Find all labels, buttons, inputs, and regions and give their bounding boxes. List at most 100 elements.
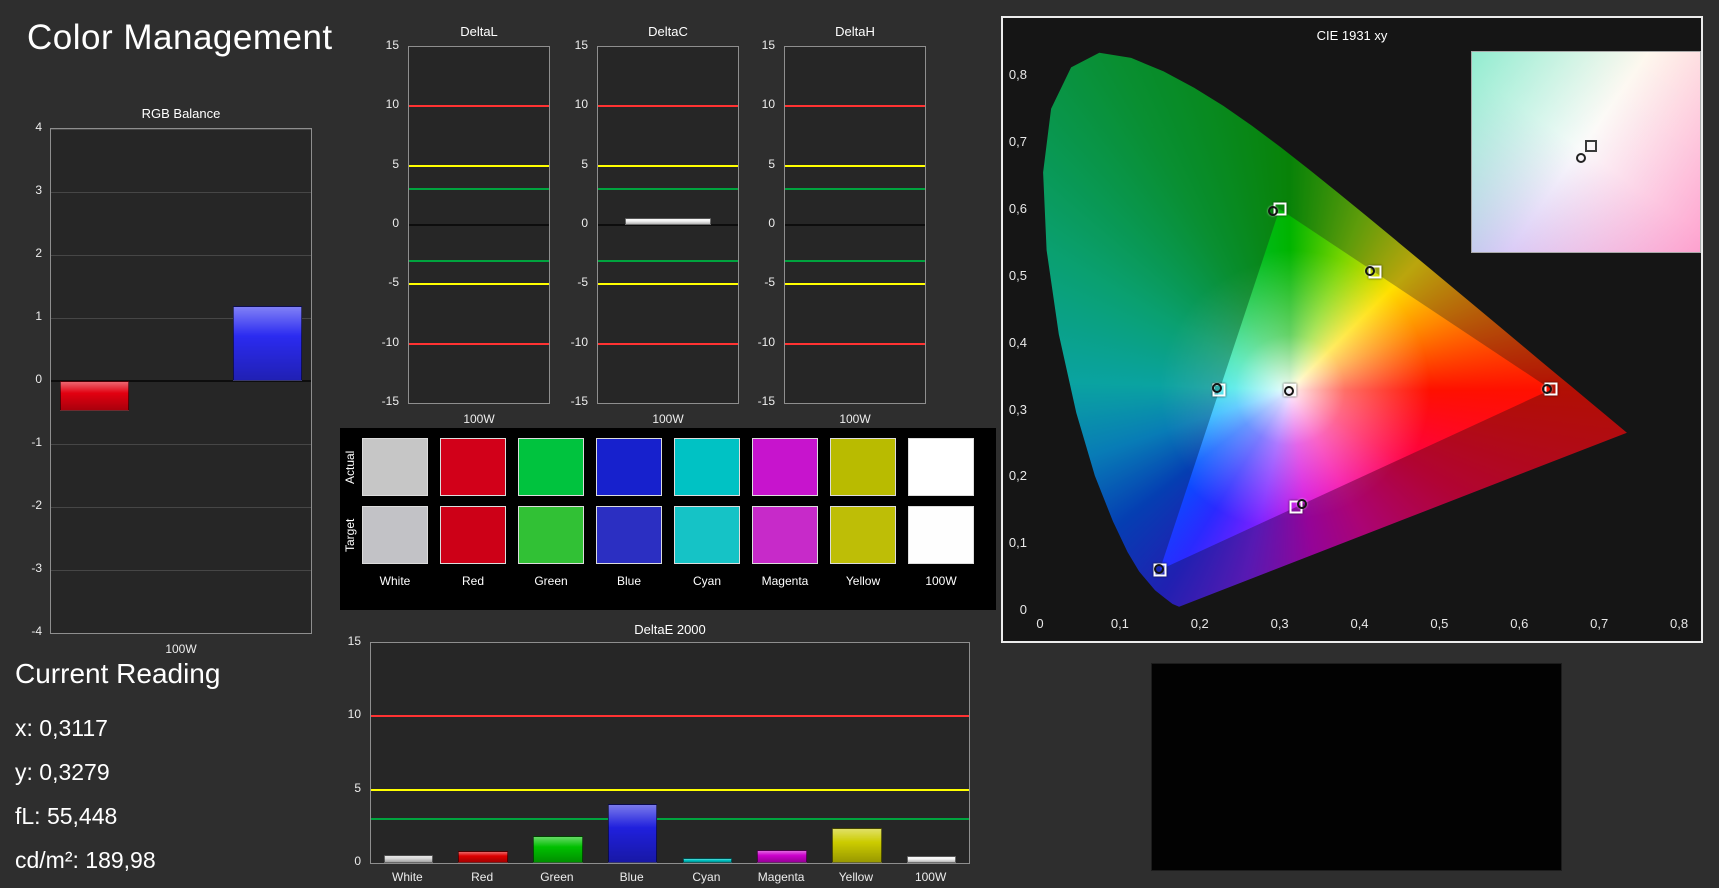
x-tick-label: 0,2 — [1191, 616, 1209, 631]
delta-l-plot — [408, 46, 550, 404]
swatch-target-red — [440, 506, 506, 564]
reference-line — [371, 715, 969, 717]
reference-line — [409, 283, 549, 285]
y-tick-label: 0 — [35, 372, 42, 386]
bar-blue — [233, 306, 302, 381]
y-tick-label: -15 — [571, 394, 588, 408]
chart-title: CIE 1931 xy — [1003, 28, 1701, 43]
measurement-marker-cyan — [1212, 383, 1222, 393]
bar-red — [60, 381, 129, 411]
chart-title: DeltaH — [784, 24, 926, 39]
y-tick-label: -3 — [31, 561, 42, 575]
x-category-label: Red — [471, 870, 493, 884]
reference-line — [598, 165, 738, 167]
y-axis-labels: 151050-5-10-15 — [746, 46, 780, 404]
y-axis-labels: 151050-5-10-15 — [370, 46, 404, 404]
cie-1931-chromaticity-panel: CIE 1931 xy 00,10,20,30,40,50,60,70,8 0 0… — [1001, 16, 1703, 643]
chart-title: DeltaE 2000 — [370, 622, 970, 637]
reference-line — [785, 283, 925, 285]
y-tick-label: 0,3 — [1009, 402, 1027, 417]
x-axis-label: 100W — [408, 412, 550, 426]
y-tick-label: 4 — [35, 120, 42, 134]
measurement-marker-blue — [1154, 564, 1164, 574]
swatch-target-yellow — [830, 506, 896, 564]
target-swatch-row — [362, 506, 974, 564]
bar-magenta — [757, 850, 806, 863]
reading-fl: fL: 55,448 — [15, 794, 156, 838]
swatch-actual-cyan — [674, 438, 740, 496]
swatch-actual-magenta — [752, 438, 818, 496]
reference-line — [409, 343, 549, 345]
reference-line — [598, 260, 738, 262]
delta-h-plot — [784, 46, 926, 404]
reading-y: y: 0,3279 — [15, 750, 156, 794]
x-category-labels: WhiteRedGreenBlueCyanMagentaYellow100W — [370, 870, 970, 886]
y-tick-label: 3 — [35, 183, 42, 197]
y-tick-label: 10 — [762, 97, 775, 111]
y-tick-label: 10 — [348, 707, 361, 721]
y-tick-label: 0 — [354, 854, 361, 868]
swatch-actual-100w — [908, 438, 974, 496]
x-category-label: Cyan — [692, 870, 720, 884]
y-tick-label: -2 — [31, 498, 42, 512]
swatch-target-100w — [908, 506, 974, 564]
x-tick-label: 0,6 — [1510, 616, 1528, 631]
swatch-comparison-panel: Actual Target WhiteRedGreenBlueCyanMagen… — [340, 428, 996, 610]
reference-line — [409, 165, 549, 167]
y-tick-label: -4 — [31, 624, 42, 638]
y-tick-label: -1 — [31, 435, 42, 449]
y-tick-label: -5 — [388, 275, 399, 289]
y-tick-label: 5 — [768, 157, 775, 171]
bar-white — [384, 855, 433, 863]
row-label-actual: Actual — [342, 438, 358, 496]
page-title: Color Management — [27, 18, 333, 58]
y-tick-label: 0,8 — [1009, 67, 1027, 82]
swatch-column-label: White — [362, 574, 428, 588]
y-tick-label: 15 — [386, 38, 399, 52]
swatch-target-white — [362, 506, 428, 564]
reference-line — [785, 260, 925, 262]
swatch-column-label: Blue — [596, 574, 662, 588]
current-reading-heading: Current Reading — [15, 658, 220, 690]
chart-title: RGB Balance — [50, 106, 312, 121]
reference-line — [598, 188, 738, 190]
y-axis-labels: 151050-5-10-15 — [559, 46, 593, 404]
reference-line — [785, 105, 925, 107]
y-tick-label: 15 — [762, 38, 775, 52]
y-tick-label: 10 — [575, 97, 588, 111]
reference-line — [371, 789, 969, 791]
y-tick-label: 5 — [581, 157, 588, 171]
y-tick-label: 0,7 — [1009, 134, 1027, 149]
y-tick-label: 5 — [354, 781, 361, 795]
y-tick-label: 0 — [768, 216, 775, 230]
gridline — [51, 507, 311, 508]
delta-h-chart: DeltaH 151050-5-10-15 100W — [746, 24, 931, 432]
reference-line — [409, 224, 549, 226]
reference-line — [371, 818, 969, 820]
y-tick-label: 0 — [392, 216, 399, 230]
y-tick-label: -10 — [382, 335, 399, 349]
measurement-marker-red — [1542, 384, 1552, 394]
x-tick-label: 0 — [1036, 616, 1043, 631]
reference-line — [409, 105, 549, 107]
y-tick-label: 0,1 — [1009, 535, 1027, 550]
delta-l-chart: DeltaL 151050-5-10-15 100W — [370, 24, 555, 432]
row-label-target: Target — [342, 506, 358, 564]
bar-100w — [625, 218, 712, 225]
y-tick-label: 0,6 — [1009, 201, 1027, 216]
rgb-balance-chart: RGB Balance 43210-1-2-3-4 100W — [20, 106, 320, 658]
y-tick-label: -5 — [577, 275, 588, 289]
reference-line — [409, 188, 549, 190]
y-tick-label: 10 — [386, 97, 399, 111]
x-tick-label: 0,4 — [1350, 616, 1368, 631]
x-category-label: Magenta — [758, 870, 805, 884]
delta-c-plot — [597, 46, 739, 404]
swatch-target-green — [518, 506, 584, 564]
current-reading-values: x: 0,3117 y: 0,3279 fL: 55,448 cd/m²: 18… — [15, 706, 156, 882]
bar-100w — [907, 856, 956, 863]
gridline — [51, 570, 311, 571]
chart-title: DeltaC — [597, 24, 739, 39]
video-preview-window — [1151, 663, 1562, 871]
delta-e-plot — [370, 642, 970, 864]
cie-x-axis-labels: 00,10,20,30,40,50,60,70,8 — [1040, 616, 1695, 632]
